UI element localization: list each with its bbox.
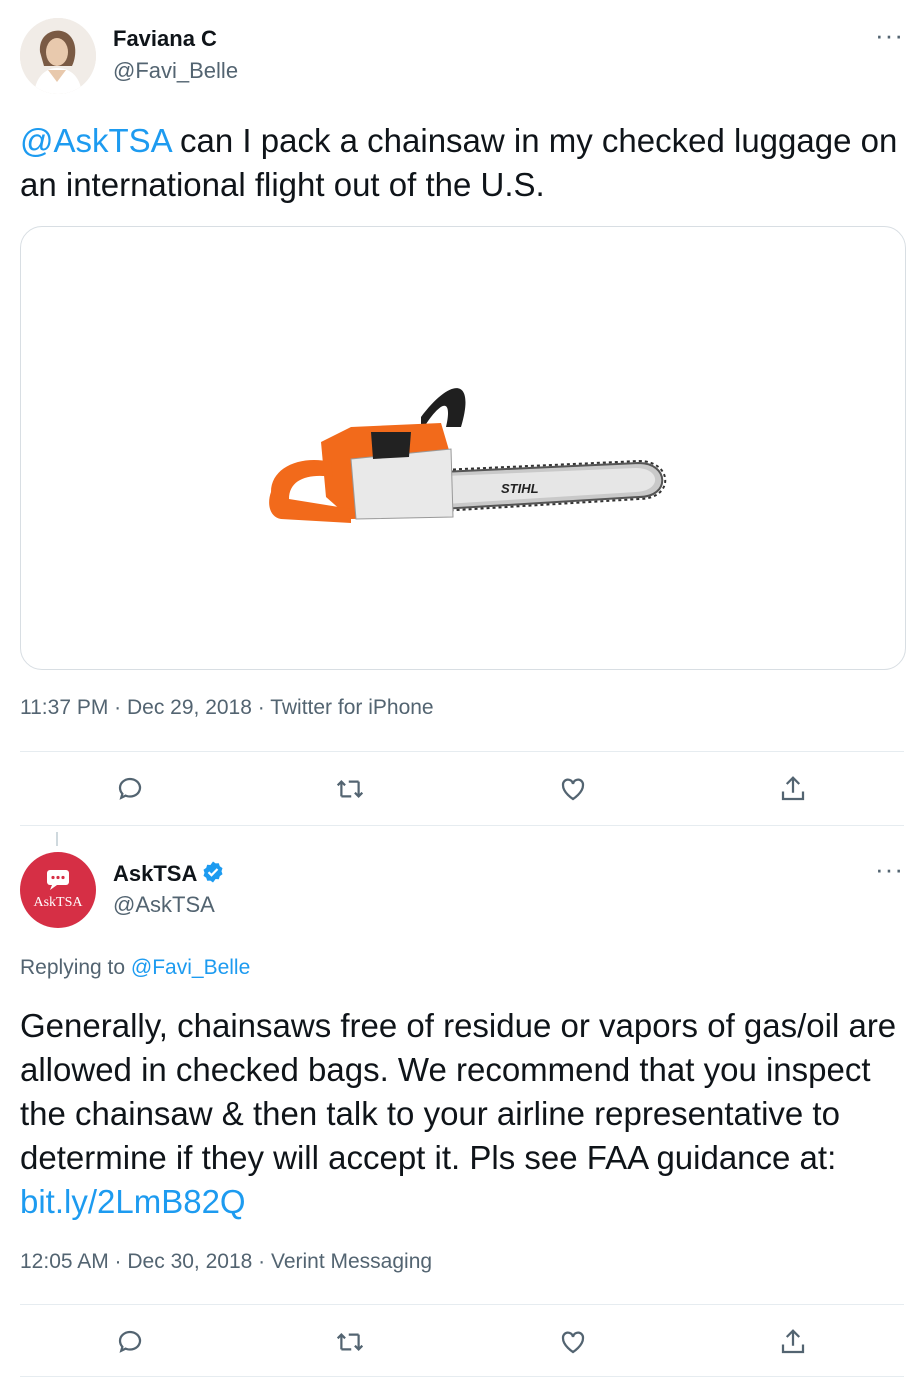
thread-line [56, 832, 58, 846]
avatar-label: AskTSA [33, 895, 83, 910]
divider [20, 1376, 904, 1377]
share-icon[interactable] [775, 1324, 811, 1360]
avatar-asktsa[interactable]: AskTSA [20, 852, 96, 928]
author-name[interactable]: AskTSA [113, 861, 197, 886]
faa-guidance-link[interactable]: bit.ly/2LmB82Q [20, 1183, 246, 1220]
avatar-faviana[interactable] [20, 18, 96, 94]
replying-to: Replying to @Favi_Belle [20, 956, 250, 980]
chat-bubble-icon [47, 870, 69, 890]
tweet-text: Generally, chainsaws free of residue or … [20, 1004, 910, 1224]
replying-handle-link[interactable]: @Favi_Belle [131, 956, 250, 979]
like-icon[interactable] [555, 771, 591, 807]
tweet-media[interactable]: STIHL [20, 226, 906, 670]
bar-brand-label: STIHL [501, 481, 539, 496]
reply-icon[interactable] [112, 771, 148, 807]
author-name-row: AskTSA [113, 860, 225, 890]
divider [20, 825, 904, 826]
reply-icon[interactable] [112, 1324, 148, 1360]
chainsaw-image: STIHL [269, 388, 667, 523]
share-icon[interactable] [775, 771, 811, 807]
like-icon[interactable] [555, 1324, 591, 1360]
tweet-body: Generally, chainsaws free of residue or … [20, 1007, 897, 1176]
replying-prefix: Replying to [20, 956, 131, 979]
tweet-timestamp[interactable]: 12:05 AM · Dec 30, 2018 · Verint Messagi… [20, 1250, 432, 1274]
retweet-icon[interactable] [332, 771, 368, 807]
author-name[interactable]: Faviana C [113, 26, 217, 52]
divider [20, 751, 904, 752]
more-icon[interactable]: ··· [875, 856, 904, 882]
verified-badge-icon [201, 860, 225, 890]
avatar-photo [20, 18, 96, 94]
mention-link[interactable]: @AskTSA [20, 122, 171, 159]
tweet-timestamp[interactable]: 11:37 PM · Dec 29, 2018 · Twitter for iP… [20, 696, 434, 720]
tweet-text: @AskTSA can I pack a chainsaw in my chec… [20, 119, 910, 207]
divider [20, 1304, 904, 1305]
author-handle[interactable]: @AskTSA [113, 892, 215, 918]
author-handle[interactable]: @Favi_Belle [113, 58, 238, 84]
more-icon[interactable]: ··· [875, 22, 904, 48]
retweet-icon[interactable] [332, 1324, 368, 1360]
